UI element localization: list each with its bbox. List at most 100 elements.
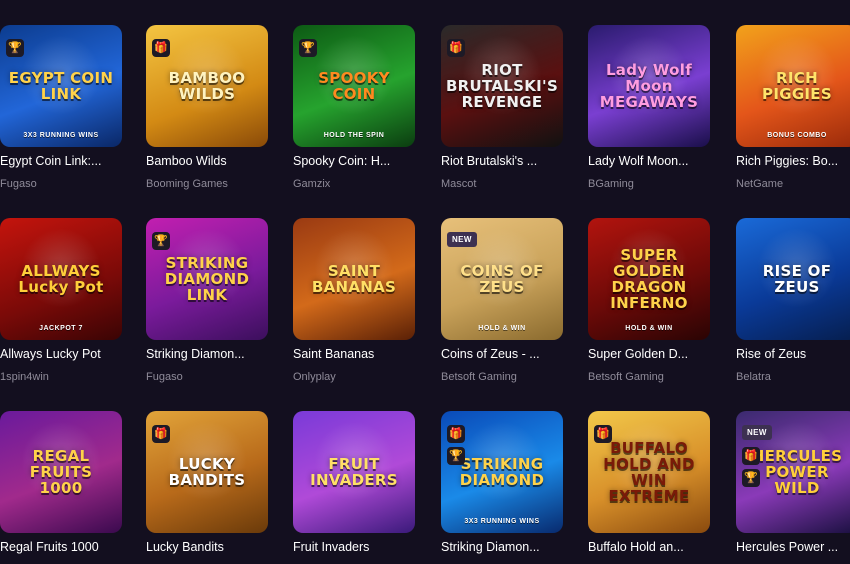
gift-icon: 🎁 (152, 425, 170, 443)
game-name[interactable]: Rise of Zeus (736, 347, 850, 361)
gift-icon: 🎁 (447, 39, 465, 57)
game-name[interactable]: Striking Diamon... (146, 347, 268, 361)
game-name[interactable]: Spooky Coin: H... (293, 154, 415, 168)
game-thumbnail[interactable]: STRIKING DIAMOND 3X3 RUNNING WINS 🎁 🏆 (441, 411, 563, 533)
game-art-title: ALLWAYS Lucky Pot (18, 262, 104, 296)
game-thumbnail[interactable]: BAMBOO WILDS 🎁 (146, 25, 268, 147)
game-card[interactable]: BAMBOO WILDS 🎁 Bamboo Wilds Booming Games (146, 25, 268, 190)
game-thumbnail[interactable]: REGAL FRUITS 1000 (0, 411, 122, 533)
game-name[interactable]: Striking Diamon... (441, 540, 563, 554)
game-thumbnail[interactable]: RISE OF ZEUS (736, 218, 850, 340)
gift-icon: 🎁 (447, 425, 465, 443)
game-name[interactable]: Bamboo Wilds (146, 154, 268, 168)
game-thumbnail[interactable]: COINS OF ZEUS HOLD & WIN NEW (441, 218, 563, 340)
game-provider[interactable]: BGaming (588, 178, 710, 190)
game-provider[interactable]: Onlyplay (293, 371, 415, 383)
game-name[interactable]: Riot Brutalski's ... (441, 154, 563, 168)
game-card[interactable]: Lady Wolf Moon MEGAWAYS Lady Wolf Moon...… (588, 25, 710, 190)
game-provider[interactable]: Fugaso (146, 371, 268, 383)
game-provider[interactable]: Betsoft Gaming (441, 371, 563, 383)
game-art-title: Lady Wolf Moon MEGAWAYS (599, 61, 699, 111)
game-thumbnail[interactable]: EGYPT COIN LINK 3X3 RUNNING WINS 🏆 (0, 25, 122, 147)
game-art-title: BUFFALO HOLD AND WIN EXTREME (603, 439, 695, 505)
game-card[interactable]: RIOT BRUTALSKI'S REVENGE 🎁 Riot Brutalski'… (441, 25, 563, 190)
game-card[interactable]: STRIKING DIAMOND 3X3 RUNNING WINS 🎁 🏆 Striki… (441, 411, 563, 564)
game-provider[interactable]: 1spin4win (0, 371, 122, 383)
game-card[interactable]: SAINT BANANAS Saint Bananas Onlyplay (293, 218, 415, 383)
game-thumbnail[interactable]: Lady Wolf Moon MEGAWAYS (588, 25, 710, 147)
game-art-subtitle: BONUS COMBO (767, 132, 827, 139)
game-art-title: REGAL FRUITS 1000 (29, 447, 93, 497)
game-card[interactable]: EGYPT COIN LINK 3X3 RUNNING WINS 🏆 Egypt Co… (0, 25, 122, 190)
game-card[interactable]: FRUIT INVADERS Fruit Invaders (293, 411, 415, 564)
game-art-title: EGYPT COIN LINK (8, 69, 114, 103)
game-provider[interactable]: Belatra (736, 371, 850, 383)
trophy-icon: 🏆 (6, 39, 24, 57)
game-art-subtitle: 3X3 RUNNING WINS (23, 132, 99, 139)
game-card[interactable]: BUFFALO HOLD AND WIN EXTREME 🎁 Buffalo Hol… (588, 411, 710, 564)
game-thumbnail[interactable]: LUCKY BANDITS 🎁 (146, 411, 268, 533)
game-name[interactable]: Allways Lucky Pot (0, 347, 122, 361)
game-provider[interactable]: Gamzix (293, 178, 415, 190)
game-art-subtitle: JACKPOT 7 (39, 325, 83, 332)
game-name[interactable]: Coins of Zeus - ... (441, 347, 563, 361)
game-provider[interactable]: NetGame (736, 178, 850, 190)
game-name[interactable]: Fruit Invaders (293, 540, 415, 554)
game-card[interactable]: RISE OF ZEUS Rise of Zeus Belatra (736, 218, 850, 383)
trophy-icon: 🏆 (447, 447, 465, 465)
game-name[interactable]: Lucky Bandits (146, 540, 268, 554)
game-provider[interactable]: Betsoft Gaming (588, 371, 710, 383)
game-art-title: RISE OF ZEUS (762, 262, 832, 296)
game-card[interactable]: LUCKY BANDITS 🎁 Lucky Bandits (146, 411, 268, 564)
game-provider[interactable]: Mascot (441, 178, 563, 190)
game-art-title: SUPER GOLDEN DRAGON INFERNO (610, 246, 688, 312)
game-thumbnail[interactable]: HERCULES POWER WILD NEW 🎁 🏆 (736, 411, 850, 533)
game-name[interactable]: Saint Bananas (293, 347, 415, 361)
game-thumbnail[interactable]: SUPER GOLDEN DRAGON INFERNO HOLD & WIN (588, 218, 710, 340)
game-thumbnail[interactable]: FRUIT INVADERS (293, 411, 415, 533)
game-name[interactable]: Hercules Power ... (736, 540, 850, 554)
trophy-icon: 🏆 (742, 469, 760, 487)
game-card[interactable]: COINS OF ZEUS HOLD & WIN NEW Coins of Zeus … (441, 218, 563, 383)
gift-icon: 🎁 (594, 425, 612, 443)
game-card[interactable]: SUPER GOLDEN DRAGON INFERNO HOLD & WIN Sup… (588, 218, 710, 383)
game-art-title: LUCKY BANDITS (168, 455, 246, 489)
new-badge: NEW (742, 425, 772, 440)
game-thumbnail[interactable]: BUFFALO HOLD AND WIN EXTREME 🎁 (588, 411, 710, 533)
game-art-subtitle: HOLD & WIN (478, 325, 526, 332)
game-provider[interactable]: Fugaso (0, 178, 122, 190)
game-art-subtitle: HOLD THE SPIN (323, 132, 385, 139)
game-art-title: SAINT BANANAS (311, 262, 397, 296)
game-art-title: RICH PIGGIES (762, 69, 832, 103)
game-card[interactable]: STRIKING DIAMOND LINK 🏆 Striking Diamon...… (146, 218, 268, 383)
game-name[interactable]: Rich Piggies: Bo... (736, 154, 850, 168)
game-art-title: BAMBOO WILDS (168, 69, 246, 103)
new-badge: NEW (447, 232, 477, 247)
game-thumbnail[interactable]: SAINT BANANAS (293, 218, 415, 340)
game-art-title: SPOOKY COIN (318, 69, 390, 103)
game-card[interactable]: REGAL FRUITS 1000 Regal Fruits 1000 (0, 411, 122, 564)
game-card[interactable]: SPOOKY COIN HOLD THE SPIN 🏆 Spooky Coin: H.… (293, 25, 415, 190)
game-card[interactable]: ALLWAYS Lucky Pot JACKPOT 7 Allways Lucky … (0, 218, 122, 383)
game-art-title: STRIKING DIAMOND LINK (164, 254, 250, 304)
game-card[interactable]: RICH PIGGIES BONUS COMBO Rich Piggies: Bo.… (736, 25, 850, 190)
game-art-subtitle: 3X3 RUNNING WINS (464, 518, 540, 525)
game-card[interactable]: HERCULES POWER WILD NEW 🎁 🏆 Hercules Power .… (736, 411, 850, 564)
game-name[interactable]: Regal Fruits 1000 (0, 540, 122, 554)
game-name[interactable]: Super Golden D... (588, 347, 710, 361)
game-name[interactable]: Egypt Coin Link:... (0, 154, 122, 168)
game-name[interactable]: Buffalo Hold an... (588, 540, 710, 554)
game-art-title: FRUIT INVADERS (310, 455, 398, 489)
game-thumbnail[interactable]: STRIKING DIAMOND LINK 🏆 (146, 218, 268, 340)
game-thumbnail[interactable]: ALLWAYS Lucky Pot JACKPOT 7 (0, 218, 122, 340)
game-art-title: COINS OF ZEUS (460, 262, 544, 296)
game-name[interactable]: Lady Wolf Moon... (588, 154, 710, 168)
trophy-icon: 🏆 (299, 39, 317, 57)
gift-icon: 🎁 (152, 39, 170, 57)
game-grid: EGYPT COIN LINK 3X3 RUNNING WINS 🏆 Egypt Co… (0, 0, 850, 562)
game-thumbnail[interactable]: RIOT BRUTALSKI'S REVENGE 🎁 (441, 25, 563, 147)
game-thumbnail[interactable]: RICH PIGGIES BONUS COMBO (736, 25, 850, 147)
gift-icon: 🎁 (742, 447, 760, 465)
game-thumbnail[interactable]: SPOOKY COIN HOLD THE SPIN 🏆 (293, 25, 415, 147)
game-provider[interactable]: Booming Games (146, 178, 268, 190)
